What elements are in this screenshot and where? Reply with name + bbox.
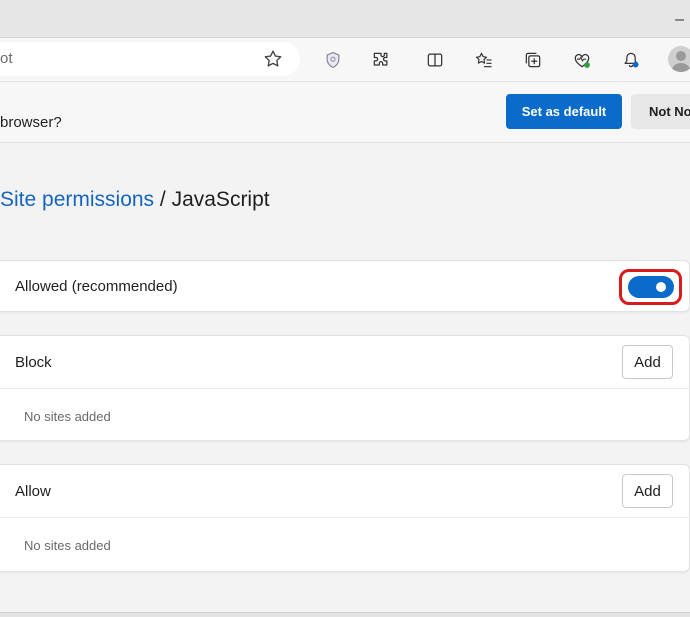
- block-label: Block: [15, 354, 52, 371]
- allow-add-button[interactable]: Add: [622, 474, 673, 508]
- allow-empty-text: No sites added: [24, 538, 111, 553]
- block-empty-text: No sites added: [24, 409, 111, 424]
- allow-label: Allow: [15, 483, 51, 500]
- not-now-button[interactable]: Not Now: [631, 94, 690, 129]
- browser-toolbar: ot: [0, 38, 690, 82]
- allowed-setting-card: Allowed (recommended): [0, 260, 690, 312]
- divider: [0, 517, 689, 518]
- extensions-icon[interactable]: [369, 48, 393, 72]
- javascript-allowed-toggle[interactable]: [628, 276, 674, 298]
- notifications-icon[interactable]: [619, 48, 643, 72]
- address-bar[interactable]: ot: [0, 42, 300, 76]
- set-as-default-button[interactable]: Set as default: [506, 94, 622, 129]
- page-title: JavaScript: [171, 188, 270, 211]
- divider: [0, 388, 689, 389]
- favorite-star-icon[interactable]: [262, 48, 286, 72]
- profile-avatar[interactable]: [668, 46, 690, 72]
- toggle-knob: [656, 282, 666, 292]
- address-text: ot: [0, 50, 13, 67]
- banner-text: browser?: [0, 114, 62, 131]
- breadcrumb-separator: /: [154, 188, 172, 211]
- breadcrumb: Site permissions / JavaScript: [0, 188, 270, 212]
- collections-icon[interactable]: [521, 48, 545, 72]
- block-section: Block Add No sites added: [0, 335, 690, 441]
- default-browser-banner: browser? Set as default Not Now: [0, 82, 690, 143]
- block-add-button[interactable]: Add: [622, 345, 673, 379]
- window-bottom-edge: [0, 612, 690, 617]
- favorites-icon[interactable]: [472, 48, 496, 72]
- shield-icon[interactable]: [321, 48, 345, 72]
- breadcrumb-site-permissions-link[interactable]: Site permissions: [0, 188, 154, 211]
- split-screen-icon[interactable]: [423, 48, 447, 72]
- allowed-label: Allowed (recommended): [15, 278, 178, 295]
- browser-essentials-icon[interactable]: [570, 48, 594, 72]
- minimize-button[interactable]: –: [675, 12, 684, 28]
- title-bar: –: [0, 0, 690, 38]
- allow-section: Allow Add No sites added: [0, 464, 690, 572]
